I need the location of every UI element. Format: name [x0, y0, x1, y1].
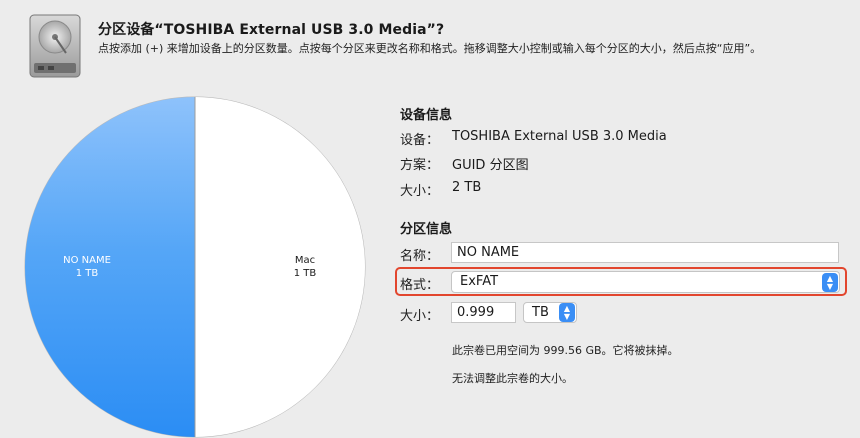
device-value: TOSHIBA External USB 3.0 Media: [452, 129, 667, 144]
format-label: 格式：: [400, 278, 440, 293]
format-select[interactable]: ExFAT ▲ ▼: [451, 271, 840, 293]
device-info-heading: 设备信息: [400, 108, 453, 123]
partition-name-label: 名称：: [400, 249, 440, 264]
hard-drive-icon: [26, 13, 84, 79]
chevron-updown-icon[interactable]: ▲ ▼: [822, 273, 838, 292]
partition-size-input[interactable]: 0.999: [451, 302, 516, 323]
pie-slice-label-mac[interactable]: Mac 1 TB: [270, 254, 340, 280]
dialog-subtitle: 点按添加 (+) 来增加设备上的分区数量。点按每个分区来更改名称和格式。拖移调整…: [98, 42, 762, 55]
slice-size: 1 TB: [293, 268, 317, 279]
size-label: 大小：: [400, 184, 440, 199]
scheme-value: GUID 分区图: [452, 158, 529, 173]
partition-size-label: 大小：: [400, 309, 440, 324]
device-label: 设备：: [400, 133, 440, 148]
size-value: 2 TB: [452, 180, 482, 195]
chevron-updown-icon[interactable]: ▲ ▼: [559, 303, 575, 322]
resize-note: 无法调整此宗卷的大小。: [452, 372, 573, 385]
size-unit-value: TB: [532, 305, 549, 320]
dialog-title: 分区设备“TOSHIBA External USB 3.0 Media”?: [98, 22, 445, 38]
size-unit-select[interactable]: TB ▲ ▼: [523, 302, 577, 323]
scheme-label: 方案：: [400, 158, 440, 173]
format-value: ExFAT: [460, 274, 499, 289]
slice-name: NO NAME: [63, 255, 111, 266]
partition-name-input[interactable]: NO NAME: [451, 242, 839, 263]
slice-name: Mac: [294, 255, 316, 266]
slice-size: 1 TB: [75, 268, 99, 279]
partition-info-heading: 分区信息: [400, 222, 453, 237]
used-space-note: 此宗卷已用空间为 999.56 GB。它将被抹掉。: [452, 344, 679, 357]
pie-slice-label-no-name[interactable]: NO NAME 1 TB: [52, 254, 122, 280]
